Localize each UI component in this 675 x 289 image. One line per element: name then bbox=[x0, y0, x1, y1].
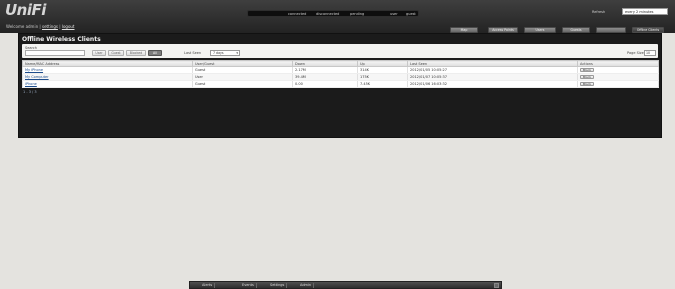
client-type: Guest bbox=[192, 80, 293, 88]
table-row: My Computer User 39.4M 175K 2012/01/07 1… bbox=[22, 73, 659, 81]
bottom-toolbar: Alerts Events Settings Admin bbox=[189, 281, 502, 289]
expand-icon[interactable] bbox=[494, 283, 499, 288]
chevron-down-icon: ▾ bbox=[236, 51, 238, 55]
panel-title: Offline Wireless Clients bbox=[22, 36, 101, 43]
refresh-select[interactable]: every 2 minutes bbox=[622, 8, 668, 15]
table-row: My iPhone Guest 2.17M 314K 2012/01/05 10… bbox=[22, 66, 659, 74]
stat-user: user bbox=[390, 11, 398, 16]
client-up: 175K bbox=[357, 73, 408, 81]
tab-settings[interactable]: Settings bbox=[268, 283, 288, 288]
filter-toolbar: Search User Guest Blocked All Last Seen … bbox=[22, 44, 658, 58]
offline-clients-panel: Offline Wireless Clients Search User Gue… bbox=[18, 33, 662, 138]
tab-admin[interactable]: Admin bbox=[298, 283, 315, 288]
stat-connected: connected bbox=[288, 11, 307, 16]
client-type: User bbox=[192, 73, 293, 81]
client-last-seen: 2012/01/06 16:03:32 bbox=[407, 80, 578, 88]
client-down: 0.00 bbox=[292, 80, 358, 88]
client-last-seen: 2012/01/07 10:05:37 bbox=[407, 73, 578, 81]
block-button[interactable]: Block bbox=[580, 74, 594, 80]
status-bar: connected disconnected pending user gues… bbox=[247, 10, 419, 17]
refresh-label: Refresh bbox=[592, 10, 606, 14]
client-name-link[interactable]: My Computer bbox=[25, 75, 49, 79]
search-input[interactable] bbox=[25, 50, 85, 56]
client-down: 39.4M bbox=[292, 73, 358, 81]
welcome-text: Welcome admin | settings | logout bbox=[6, 24, 75, 29]
client-name-link[interactable]: iPhone bbox=[25, 82, 37, 86]
pagination-info: 1 - 3 / 3 bbox=[23, 90, 37, 94]
table-row: iPhone Guest 0.00 7.45K 2012/01/06 16:03… bbox=[22, 80, 659, 88]
client-up: 7.45K bbox=[357, 80, 408, 88]
last-seen-select[interactable]: 7 days ▾ bbox=[210, 50, 240, 56]
logout-link[interactable]: logout bbox=[62, 24, 75, 29]
client-last-seen: 2012/01/05 10:05:27 bbox=[407, 66, 578, 74]
settings-link[interactable]: settings bbox=[42, 24, 58, 29]
clients-table: Name/MAC Address User/Guest Down Up Last… bbox=[22, 60, 659, 88]
client-down: 2.17M bbox=[292, 66, 358, 74]
stat-pending: pending bbox=[350, 11, 365, 16]
last-seen-value: 7 days bbox=[213, 51, 224, 55]
block-button[interactable]: Block bbox=[580, 81, 594, 87]
filter-guest-button[interactable]: Guest bbox=[108, 50, 124, 56]
filter-blocked-button[interactable]: Blocked bbox=[126, 50, 146, 56]
client-type: Guest bbox=[192, 66, 293, 74]
tab-alerts[interactable]: Alerts bbox=[200, 283, 216, 288]
tab-events[interactable]: Events bbox=[240, 283, 257, 288]
client-name-link[interactable]: My iPhone bbox=[25, 68, 43, 72]
filter-user-button[interactable]: User bbox=[92, 50, 106, 56]
filter-all-button[interactable]: All bbox=[148, 50, 162, 56]
page-size-label: Page Size bbox=[627, 51, 644, 55]
page-size-value: 10 bbox=[646, 51, 651, 55]
stat-guest: guest bbox=[406, 11, 416, 16]
page-size-select[interactable]: 10 bbox=[644, 50, 656, 56]
unifi-logo: UniFi bbox=[5, 1, 46, 19]
stat-disconnected: disconnected bbox=[316, 11, 340, 16]
welcome-label: Welcome admin bbox=[6, 24, 39, 29]
last-seen-label: Last Seen bbox=[184, 51, 202, 55]
client-up: 314K bbox=[357, 66, 408, 74]
app-header: UniFi Welcome admin | settings | logout … bbox=[0, 0, 675, 33]
block-button[interactable]: Block bbox=[580, 67, 594, 73]
